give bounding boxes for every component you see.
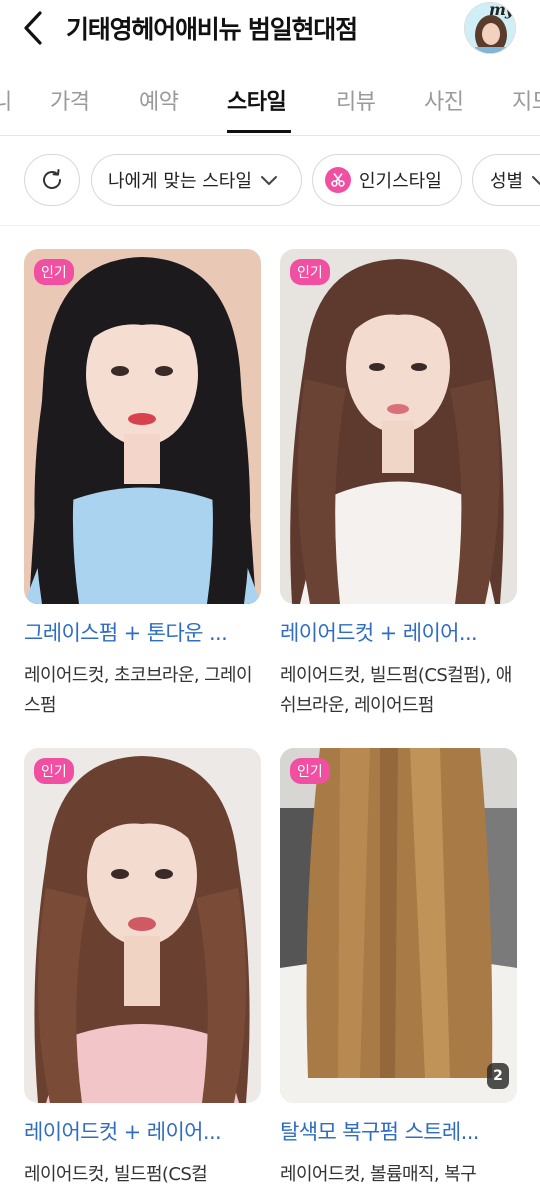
- refresh-icon: [43, 169, 61, 189]
- popular-badge: 인기: [290, 259, 330, 285]
- avatar[interactable]: my: [464, 2, 516, 54]
- gender-filter[interactable]: 성별: [472, 154, 540, 206]
- active-tab-indicator: [227, 130, 291, 133]
- style-title[interactable]: 레이어드컷 + 레이어...: [24, 1116, 261, 1146]
- tab-review[interactable]: 리뷰: [336, 84, 376, 116]
- avatar-tag: my: [489, 2, 514, 19]
- refresh-button[interactable]: [24, 154, 80, 206]
- style-title[interactable]: 탈색모 복구펌 스트레...: [280, 1116, 517, 1146]
- chevron-left-icon: [24, 11, 42, 45]
- tab-partial[interactable]: 니: [0, 84, 12, 116]
- top-app-bar: 기태영헤어애비뉴 범일현대점 my: [0, 0, 540, 56]
- gender-filter-label: 성별: [490, 171, 524, 192]
- style-photo-image: [24, 748, 261, 1103]
- scissors-icon: [325, 167, 351, 193]
- style-photo-image: [280, 249, 517, 604]
- popular-style-filter[interactable]: 인기스타일: [312, 154, 462, 206]
- my-style-filter[interactable]: 나에게 맞는 스타일: [91, 154, 302, 206]
- tab-style[interactable]: 스타일: [227, 84, 287, 116]
- popular-badge: 인기: [34, 259, 74, 285]
- page-title: 기태영헤어애비뉴 범일현대점: [66, 15, 358, 44]
- my-style-filter-label: 나에게 맞는 스타일: [108, 171, 252, 192]
- popular-badge: 인기: [290, 758, 330, 784]
- filter-bar: 나에게 맞는 스타일 인기스타일 성별: [0, 136, 540, 226]
- style-photo[interactable]: 인기: [280, 249, 517, 604]
- style-description: 레이어드컷, 빌드펌(CS컬: [24, 1164, 208, 1185]
- style-photo[interactable]: 인기 2: [280, 748, 517, 1103]
- style-description: 레이어드컷, 볼륨매직, 복구: [280, 1164, 477, 1185]
- back-button[interactable]: [16, 8, 50, 48]
- chevron-down-icon: [260, 176, 277, 185]
- style-description: 레이어드컷, 빌드펌(CS컬펌), 애쉬브라운, 레이어드펌: [280, 665, 512, 716]
- style-title[interactable]: 레이어드컷 + 레이어...: [280, 617, 517, 647]
- popular-badge: 인기: [34, 758, 74, 784]
- tab-reservation[interactable]: 예약: [139, 84, 179, 116]
- popular-style-filter-label: 인기스타일: [359, 171, 442, 192]
- photo-count-badge: 2: [487, 1063, 509, 1089]
- style-photo-image: [280, 748, 517, 1103]
- style-photo[interactable]: 인기: [24, 748, 261, 1103]
- style-photo-image: [24, 249, 261, 604]
- tab-map[interactable]: 지도: [512, 84, 540, 116]
- tab-photo[interactable]: 사진: [424, 84, 464, 116]
- chevron-down-icon: [532, 176, 540, 185]
- style-title[interactable]: 그레이스펌 + 톤다운 ...: [24, 617, 261, 647]
- tab-price[interactable]: 가격: [50, 84, 90, 116]
- style-photo[interactable]: 인기: [24, 249, 261, 604]
- tab-bar: 니 가격 예약 스타일 리뷰 사진 지도: [0, 62, 540, 136]
- style-description: 레이어드컷, 초코브라운, 그레이스펌: [24, 665, 253, 716]
